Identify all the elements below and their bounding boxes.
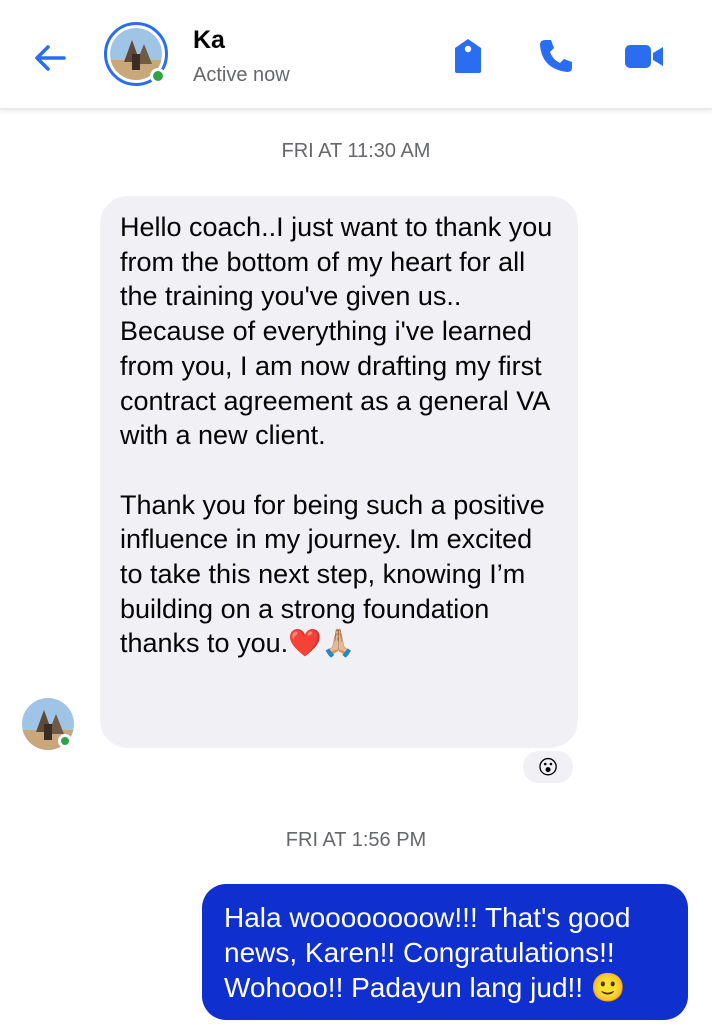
surprised-emoji-icon: 😮	[537, 756, 559, 779]
active-status: Active now	[193, 64, 290, 86]
tag-icon[interactable]	[448, 36, 488, 76]
phone-icon[interactable]	[536, 36, 576, 76]
contact-name[interactable]: Ka	[193, 26, 225, 55]
back-arrow-icon[interactable]	[30, 38, 70, 78]
online-indicator	[58, 734, 72, 748]
video-camera-icon[interactable]	[624, 36, 664, 76]
message-text: Hala woooooooow!!! That's good news, Kar…	[224, 902, 631, 1003]
message-timestamp: FRI AT 11:30 AM	[281, 140, 431, 162]
message-timestamp: FRI AT 1:56 PM	[285, 829, 427, 851]
message-text: Hello coach..I just want to thank you fr…	[120, 212, 553, 659]
message-reaction[interactable]: 😮	[520, 748, 576, 786]
outgoing-message-bubble[interactable]: Hala woooooooow!!! That's good news, Kar…	[202, 884, 688, 1020]
chat-header: Ka Active now	[0, 0, 712, 110]
online-indicator	[150, 68, 166, 84]
incoming-message-bubble[interactable]: Hello coach..I just want to thank you fr…	[100, 196, 578, 748]
